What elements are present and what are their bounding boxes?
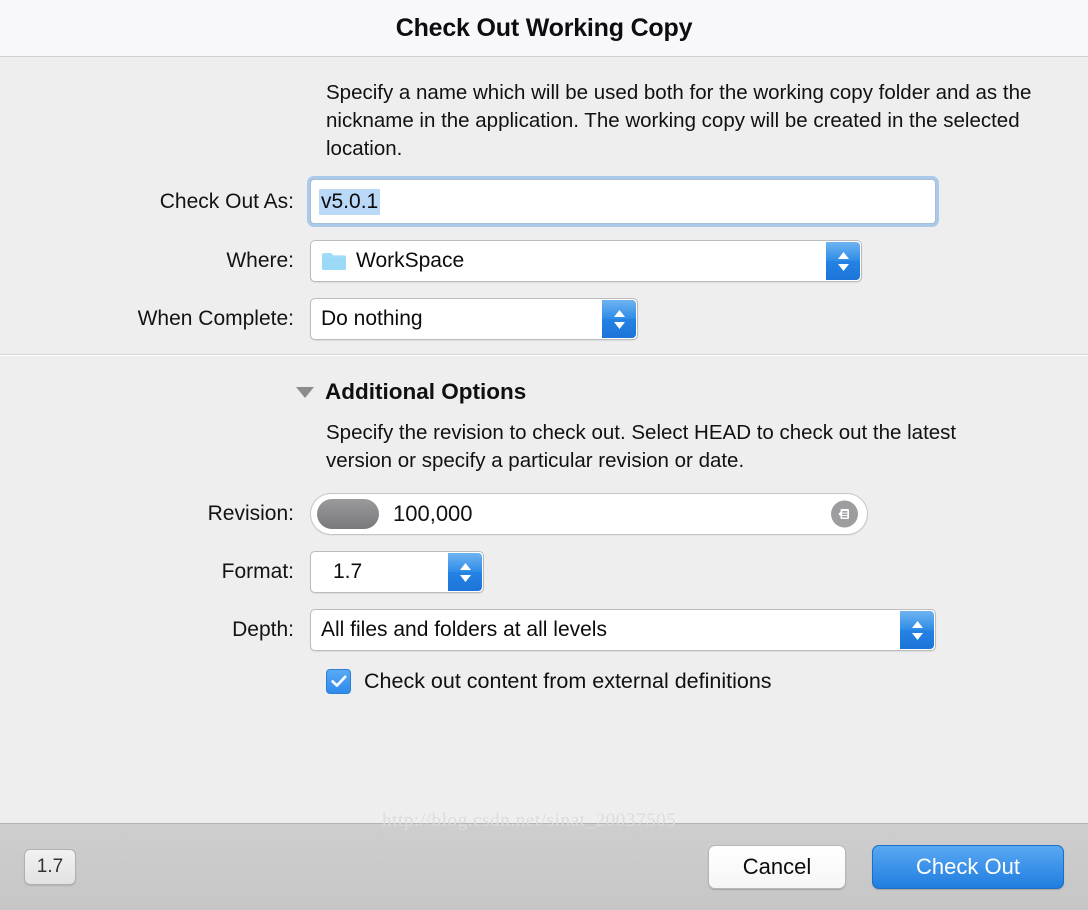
format-stepper-arrows[interactable] (448, 553, 482, 591)
additional-options-disclosure[interactable]: Additional Options (296, 379, 1088, 405)
cancel-button[interactable]: Cancel (708, 845, 846, 889)
where-popup-button[interactable]: WorkSpace (310, 240, 862, 282)
folder-icon (321, 251, 347, 271)
when-complete-stepper-arrows[interactable] (602, 300, 636, 338)
revision-row: Revision: 100,000 (0, 493, 1088, 535)
additional-options-description: Specify the revision to check out. Selec… (326, 421, 957, 472)
dialog-titlebar: Check Out Working Copy (0, 0, 1088, 57)
where-row: Where: WorkSpace (0, 240, 1088, 282)
format-value: 1.7 (333, 560, 363, 583)
dialog-footer: 1.7 Cancel Check Out (0, 823, 1088, 910)
where-stepper-arrows[interactable] (826, 242, 860, 280)
check-out-as-value: v5.0.1 (319, 188, 381, 215)
format-row: Format: 1.7 (0, 551, 1088, 593)
when-complete-popup-button[interactable]: Do nothing (310, 298, 638, 340)
triangle-down-icon[interactable] (296, 386, 314, 398)
format-version-button[interactable]: 1.7 (24, 849, 76, 885)
dialog-title: Check Out Working Copy (395, 13, 693, 42)
check-out-as-row: Check Out As: v5.0.1 (0, 179, 1088, 224)
additional-options-header: Additional Options (325, 379, 527, 404)
check-out-button[interactable]: Check Out (872, 845, 1064, 889)
when-complete-row: When Complete: Do nothing (0, 298, 1088, 340)
when-complete-value: Do nothing (321, 307, 423, 330)
depth-popup-button[interactable]: All files and folders at all levels (310, 609, 936, 651)
revision-log-icon[interactable] (831, 500, 858, 528)
external-definitions-row[interactable]: Check out content from external definiti… (326, 669, 1088, 694)
basic-settings-description: Specify a name which will be used both f… (326, 81, 1032, 160)
external-definitions-checkbox[interactable] (326, 669, 351, 694)
where-value-group: WorkSpace (321, 249, 464, 273)
check-out-working-copy-dialog: Check Out Working Copy Specify a name wh… (0, 0, 1088, 910)
when-complete-label: When Complete: (137, 307, 294, 330)
depth-stepper-arrows[interactable] (900, 611, 934, 649)
depth-value: All files and folders at all levels (321, 618, 607, 641)
revision-mode-pill[interactable] (317, 499, 379, 529)
revision-value: 100,000 (393, 501, 473, 526)
format-popup-button[interactable]: 1.7 (310, 551, 484, 593)
basic-settings-section: Specify a name which will be used both f… (0, 57, 1088, 355)
depth-label: Depth: (232, 618, 294, 641)
external-definitions-label: Check out content from external definiti… (364, 669, 772, 693)
depth-row: Depth: All files and folders at all leve… (0, 609, 1088, 651)
revision-combo-field[interactable]: 100,000 (310, 493, 868, 535)
additional-options-section: Additional Options Specify the revision … (0, 355, 1088, 831)
revision-label: Revision: (207, 502, 294, 525)
where-value: WorkSpace (356, 249, 465, 272)
check-out-as-input[interactable]: v5.0.1 (310, 179, 936, 224)
check-out-as-label: Check Out As: (159, 189, 294, 213)
format-label: Format: (221, 560, 294, 583)
where-label: Where: (226, 249, 294, 272)
